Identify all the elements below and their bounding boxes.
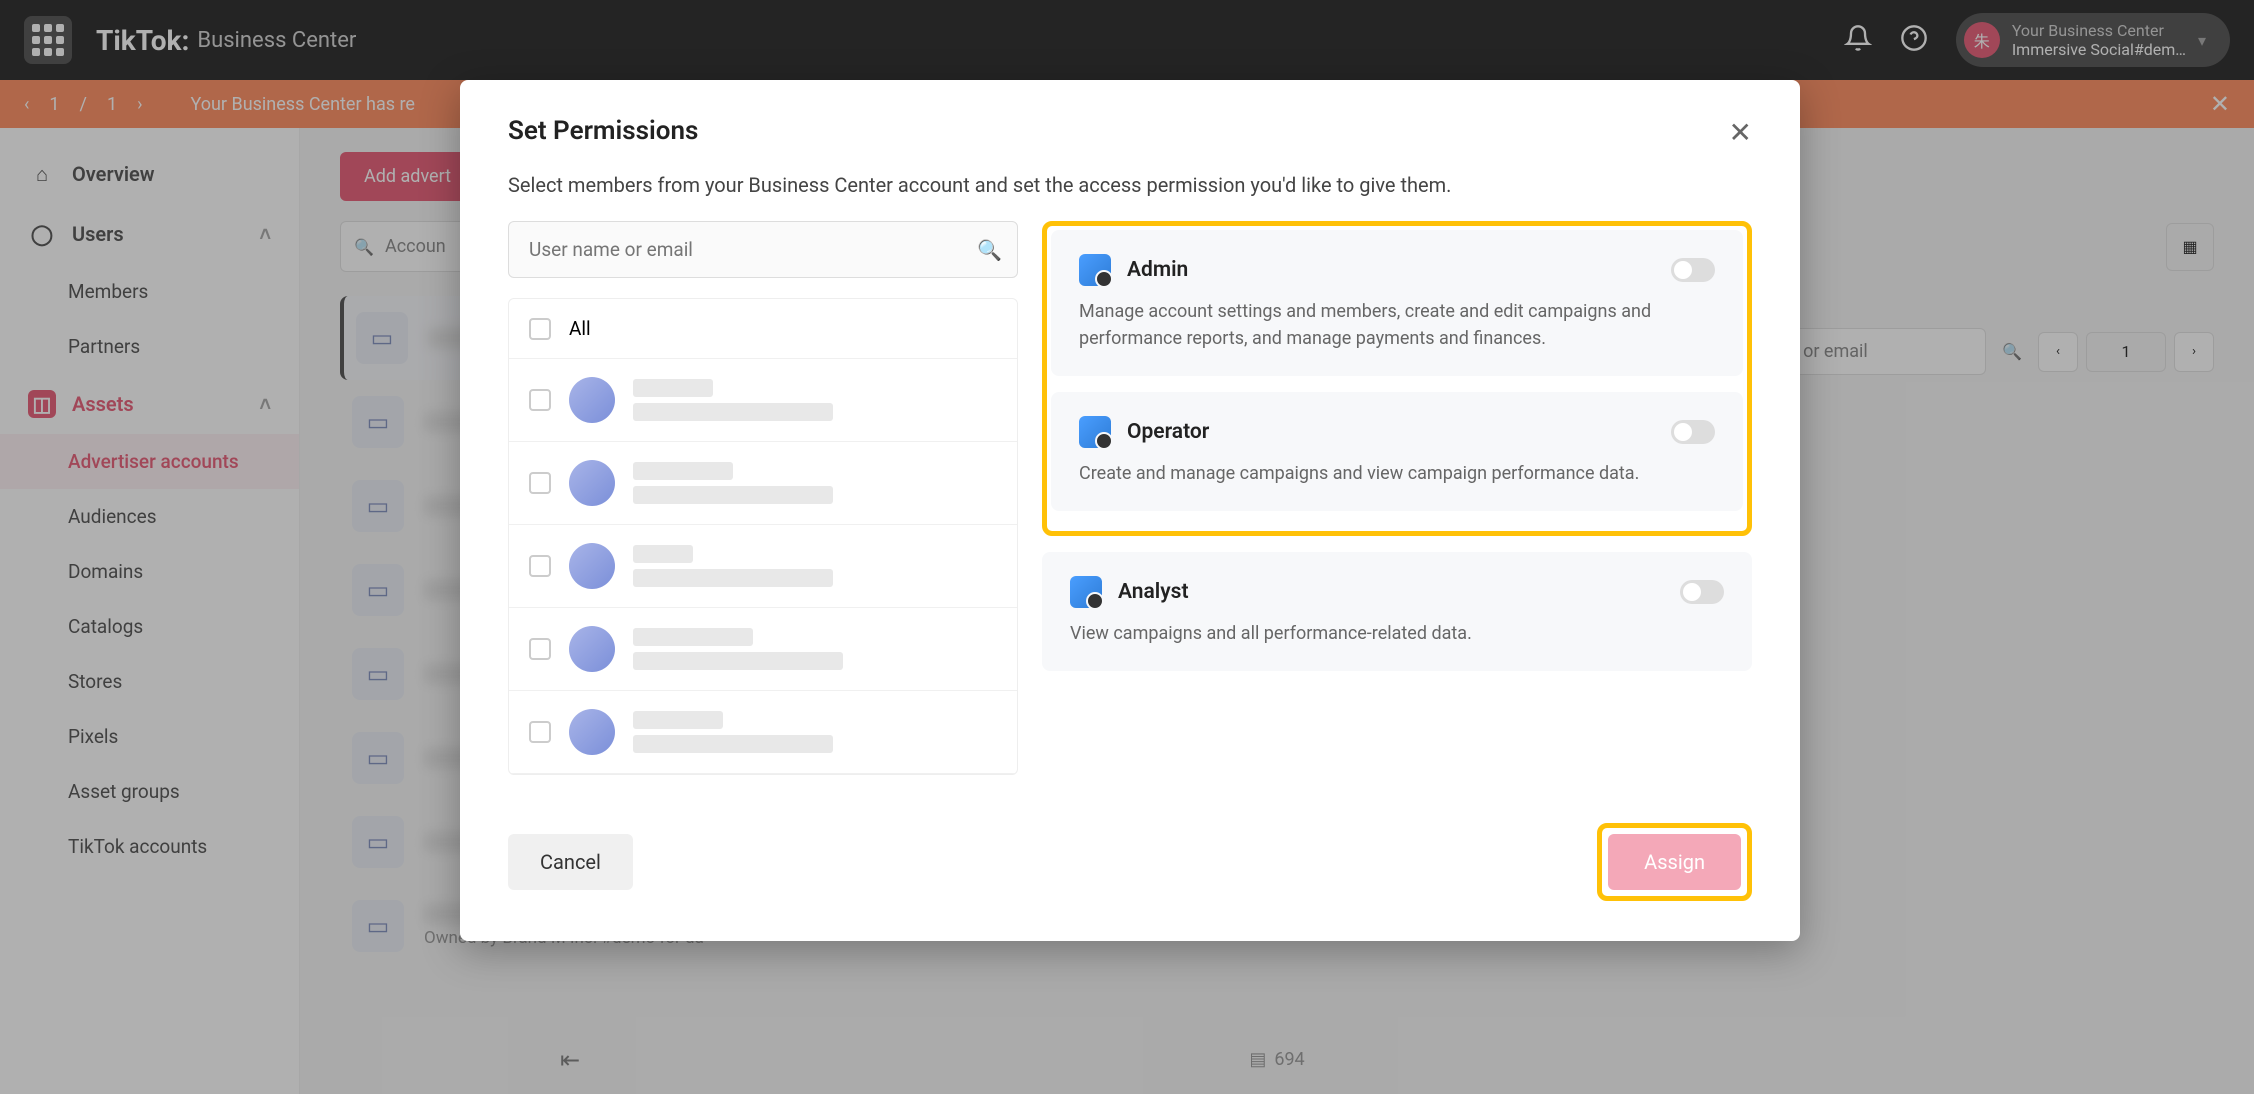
user-row[interactable] <box>509 442 1017 525</box>
user-avatar <box>569 709 615 755</box>
role-desc: Manage account settings and members, cre… <box>1079 298 1715 352</box>
checkbox[interactable] <box>529 555 551 577</box>
user-list: All <box>508 298 1018 775</box>
checkbox[interactable] <box>529 318 551 340</box>
modal-subtitle: Select members from your Business Center… <box>460 173 1800 221</box>
roles-highlight: Admin Manage account settings and member… <box>1042 221 1752 536</box>
checkbox[interactable] <box>529 721 551 743</box>
role-title: Analyst <box>1118 580 1189 604</box>
role-desc: Create and manage campaigns and view cam… <box>1079 460 1715 487</box>
role-title: Operator <box>1127 420 1209 444</box>
admin-icon <box>1079 254 1111 286</box>
role-card-operator: Operator Create and manage campaigns and… <box>1051 392 1743 511</box>
cancel-button[interactable]: Cancel <box>508 834 633 890</box>
analyst-icon <box>1070 576 1102 608</box>
set-permissions-modal: Set Permissions ✕ Select members from yo… <box>460 80 1800 941</box>
role-card-admin: Admin Manage account settings and member… <box>1051 230 1743 376</box>
user-avatar <box>569 377 615 423</box>
role-desc: View campaigns and all performance-relat… <box>1070 620 1724 647</box>
role-title: Admin <box>1127 258 1188 282</box>
admin-toggle[interactable] <box>1671 258 1715 282</box>
user-avatar <box>569 460 615 506</box>
checkbox[interactable] <box>529 389 551 411</box>
checkbox[interactable] <box>529 472 551 494</box>
user-avatar <box>569 626 615 672</box>
user-search-input[interactable] <box>508 221 1018 278</box>
analyst-toggle[interactable] <box>1680 580 1724 604</box>
user-avatar <box>569 543 615 589</box>
user-row[interactable] <box>509 359 1017 442</box>
role-card-analyst: Analyst View campaigns and all performan… <box>1042 552 1752 671</box>
operator-icon <box>1079 416 1111 448</box>
modal-title: Set Permissions <box>508 116 698 146</box>
user-row-all[interactable]: All <box>509 299 1017 359</box>
user-row[interactable] <box>509 691 1017 774</box>
search-icon: 🔍 <box>977 238 1002 262</box>
checkbox[interactable] <box>529 638 551 660</box>
user-row[interactable] <box>509 525 1017 608</box>
user-row[interactable] <box>509 608 1017 691</box>
close-icon[interactable]: ✕ <box>1729 116 1752 149</box>
operator-toggle[interactable] <box>1671 420 1715 444</box>
assign-button[interactable]: Assign <box>1608 834 1741 890</box>
all-label: All <box>569 317 591 340</box>
assign-highlight: Assign <box>1597 823 1752 901</box>
